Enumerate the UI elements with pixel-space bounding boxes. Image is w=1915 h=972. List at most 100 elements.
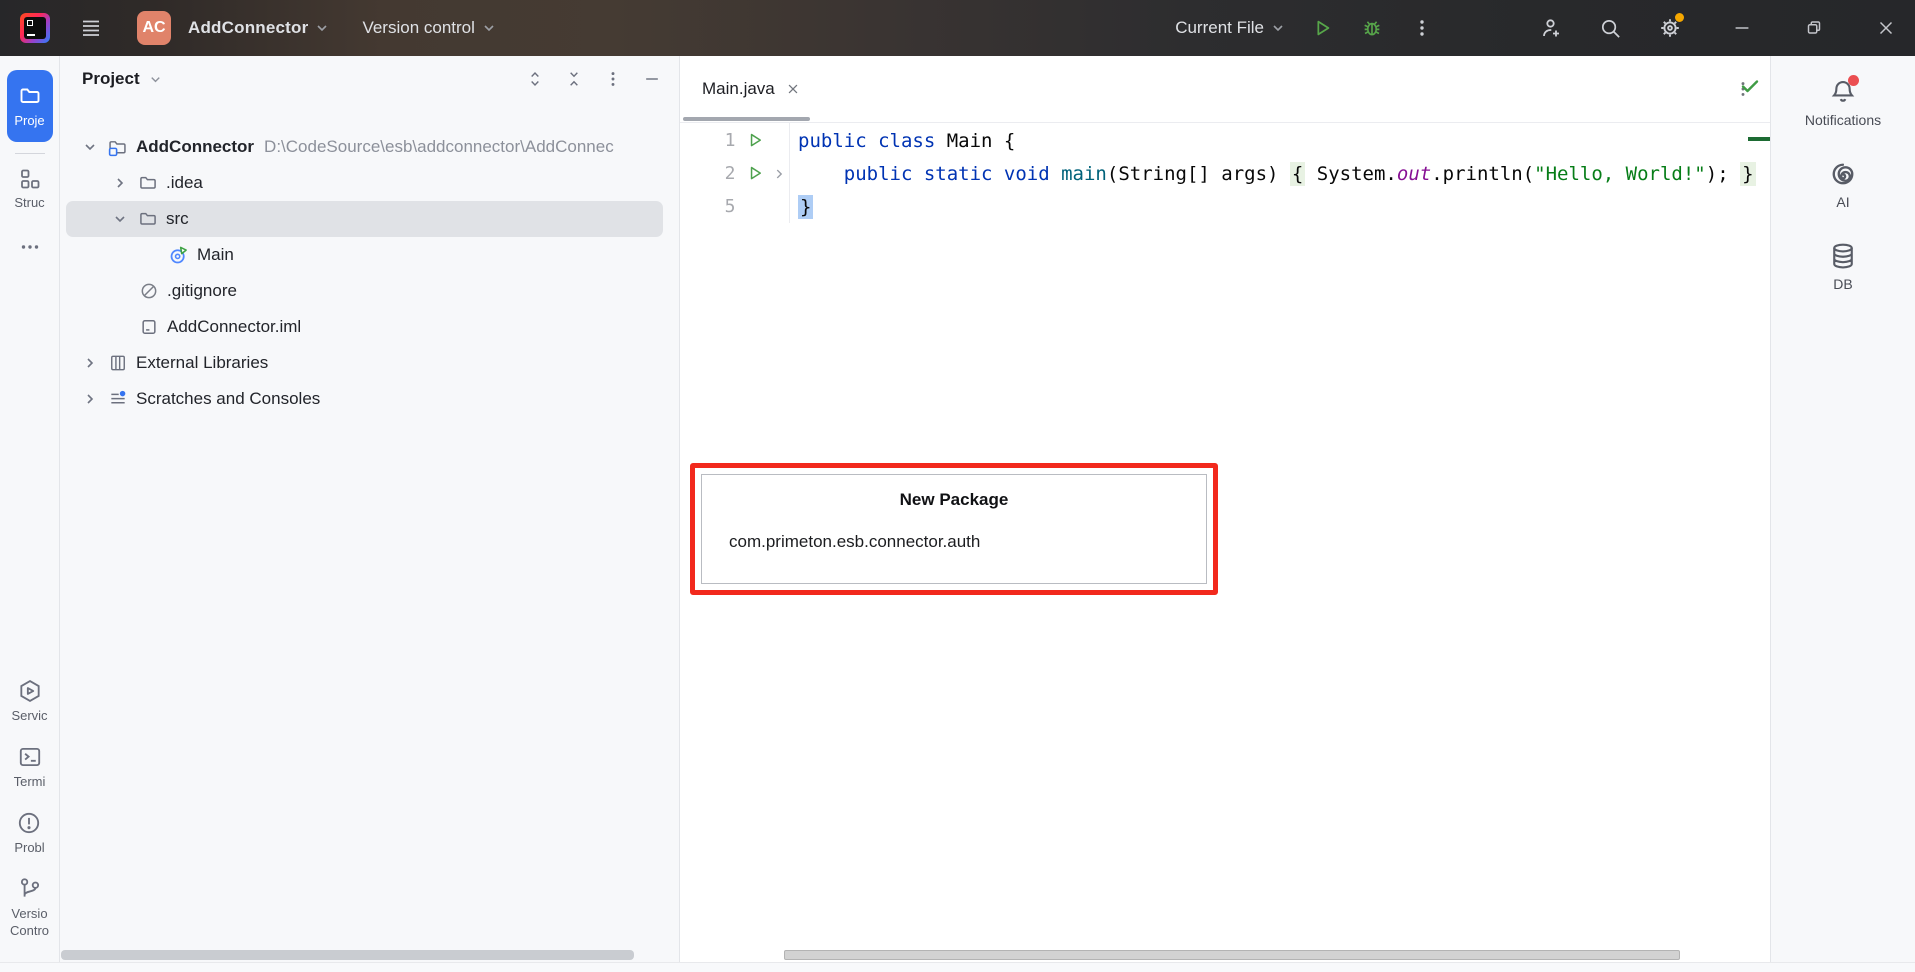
tree-row-idea[interactable]: .idea: [60, 165, 679, 201]
sidebar-item-label: Versio: [11, 906, 47, 921]
editor-horizontal-scrollbar[interactable]: [784, 950, 1680, 960]
folder-icon: [137, 173, 158, 193]
hide-panel-button[interactable]: [639, 66, 665, 92]
tree-row-project-root[interactable]: AddConnector D:\CodeSource\esb\addconnec…: [60, 129, 679, 165]
chevron-down-icon[interactable]: [80, 139, 100, 155]
project-horizontal-scrollbar[interactable]: [61, 950, 634, 960]
expand-all-button[interactable]: [522, 66, 548, 92]
tree-item-label: Scratches and Consoles: [136, 389, 320, 409]
more-icon: [19, 236, 41, 258]
git-branch-icon: [17, 876, 43, 902]
sidebar-item-project[interactable]: Proje: [7, 70, 53, 142]
tab-label: Main.java: [702, 79, 775, 99]
code-content[interactable]: public class Main { public static void m…: [790, 123, 1770, 223]
sidebar-item-notifications[interactable]: Notifications: [1805, 77, 1881, 128]
restore-window-button[interactable]: [1802, 16, 1826, 40]
sidebar-item-label: Struc: [14, 195, 44, 210]
ignored-file-icon: [138, 281, 159, 301]
libraries-icon: [107, 353, 128, 373]
project-avatar: AC: [137, 11, 171, 45]
database-icon: [1828, 241, 1858, 271]
tree-item-label: Main: [197, 245, 234, 265]
run-line-button[interactable]: [741, 164, 769, 183]
debug-button[interactable]: [1360, 16, 1384, 40]
code-line[interactable]: }: [798, 190, 1770, 223]
play-icon: [1311, 17, 1333, 39]
scratches-icon: [107, 389, 128, 409]
folder-icon: [137, 209, 158, 229]
tree-row-gitignore[interactable]: .gitignore: [60, 273, 679, 309]
chevron-down-icon: [314, 20, 330, 36]
annotation-rectangle: New Package com.primeton.esb.connector.a…: [690, 463, 1218, 595]
run-configuration-widget[interactable]: Current File: [1175, 18, 1286, 38]
tab-main-java[interactable]: Main.java: [680, 56, 816, 122]
tree-item-label: .gitignore: [167, 281, 237, 301]
package-name-input[interactable]: com.primeton.esb.connector.auth: [729, 532, 1206, 552]
structure-icon: [18, 167, 42, 191]
run-button[interactable]: [1310, 16, 1334, 40]
tree-item-label: .idea: [166, 173, 203, 193]
sidebar-item-label: Termi: [14, 774, 46, 789]
tree-row-external-libraries[interactable]: External Libraries: [60, 345, 679, 381]
more-tool-windows-button[interactable]: [19, 236, 41, 258]
inspections-ok-widget[interactable]: [1738, 74, 1762, 98]
project-panel-header: Project: [60, 56, 679, 102]
sidebar-item-version-control[interactable]: Versio Contro: [10, 876, 49, 938]
collapse-all-button[interactable]: [561, 66, 587, 92]
panel-options-button[interactable]: [600, 66, 626, 92]
sidebar-item-label: DB: [1833, 276, 1852, 292]
tree-item-label: AddConnector.iml: [167, 317, 301, 337]
chevron-right-icon: [772, 167, 786, 181]
chevron-right-icon[interactable]: [80, 355, 100, 371]
sidebar-item-terminal[interactable]: Termi: [14, 744, 46, 789]
run-gutter-icon: [746, 164, 765, 183]
main-menu-button[interactable]: [79, 16, 103, 40]
chevron-right-icon[interactable]: [80, 391, 100, 407]
collapse-all-icon: [564, 69, 584, 89]
sidebar-item-structure[interactable]: Struc: [14, 167, 44, 210]
close-window-button[interactable]: [1874, 16, 1898, 40]
tree-item-label: AddConnector: [136, 137, 254, 157]
tree-item-label: External Libraries: [136, 353, 268, 373]
minus-icon: [642, 69, 662, 89]
window-bottom-edge: [0, 962, 1915, 972]
settings-button[interactable]: [1658, 16, 1682, 40]
vcs-widget[interactable]: Version control: [362, 18, 496, 38]
sidebar-item-problems[interactable]: Probl: [14, 810, 44, 855]
project-folder-icon: [107, 137, 128, 158]
search-icon: [1599, 17, 1622, 40]
ai-assistant-icon: [1828, 159, 1858, 189]
line-number: 5: [680, 196, 735, 217]
run-line-button[interactable]: [741, 131, 769, 150]
chevron-down-icon[interactable]: [110, 211, 130, 227]
search-everywhere-button[interactable]: [1598, 16, 1622, 40]
code-line[interactable]: public class Main {: [798, 124, 1770, 157]
close-tab-icon[interactable]: [786, 82, 800, 96]
code-line[interactable]: public static void main(String[] args) {…: [798, 157, 1770, 190]
notification-badge: [1848, 75, 1859, 86]
tree-row-scratches[interactable]: Scratches and Consoles: [60, 381, 679, 417]
more-actions-button[interactable]: [1410, 16, 1434, 40]
code-with-me-button[interactable]: [1538, 16, 1562, 40]
tree-row-iml-file[interactable]: AddConnector.iml: [60, 309, 679, 345]
sidebar-item-label: Proje: [14, 113, 44, 128]
active-tab-underline: [683, 117, 810, 121]
run-gutter-icon: [746, 131, 765, 150]
chevron-down-icon[interactable]: [148, 72, 163, 87]
minimize-window-button[interactable]: [1730, 16, 1754, 40]
sidebar-item-services[interactable]: Servic: [11, 678, 47, 723]
fold-region-button[interactable]: [769, 167, 789, 181]
chevron-right-icon[interactable]: [110, 175, 130, 191]
stripe-divider: [15, 153, 45, 154]
tree-row-main-class[interactable]: Main: [60, 237, 679, 273]
tree-row-src[interactable]: src: [66, 201, 663, 237]
project-tree: AddConnector D:\CodeSource\esb\addconnec…: [60, 102, 679, 417]
tree-item-label: src: [166, 209, 189, 229]
sidebar-item-database[interactable]: DB: [1828, 241, 1858, 292]
project-widget[interactable]: AC AddConnector: [103, 11, 330, 45]
chevron-down-icon: [1270, 20, 1286, 36]
project-tool-window: Project AddConnector D:\C: [60, 56, 680, 962]
settings-notification-dot: [1675, 13, 1684, 22]
line-number: 1: [680, 130, 735, 151]
sidebar-item-ai-assistant[interactable]: AI: [1828, 159, 1858, 210]
